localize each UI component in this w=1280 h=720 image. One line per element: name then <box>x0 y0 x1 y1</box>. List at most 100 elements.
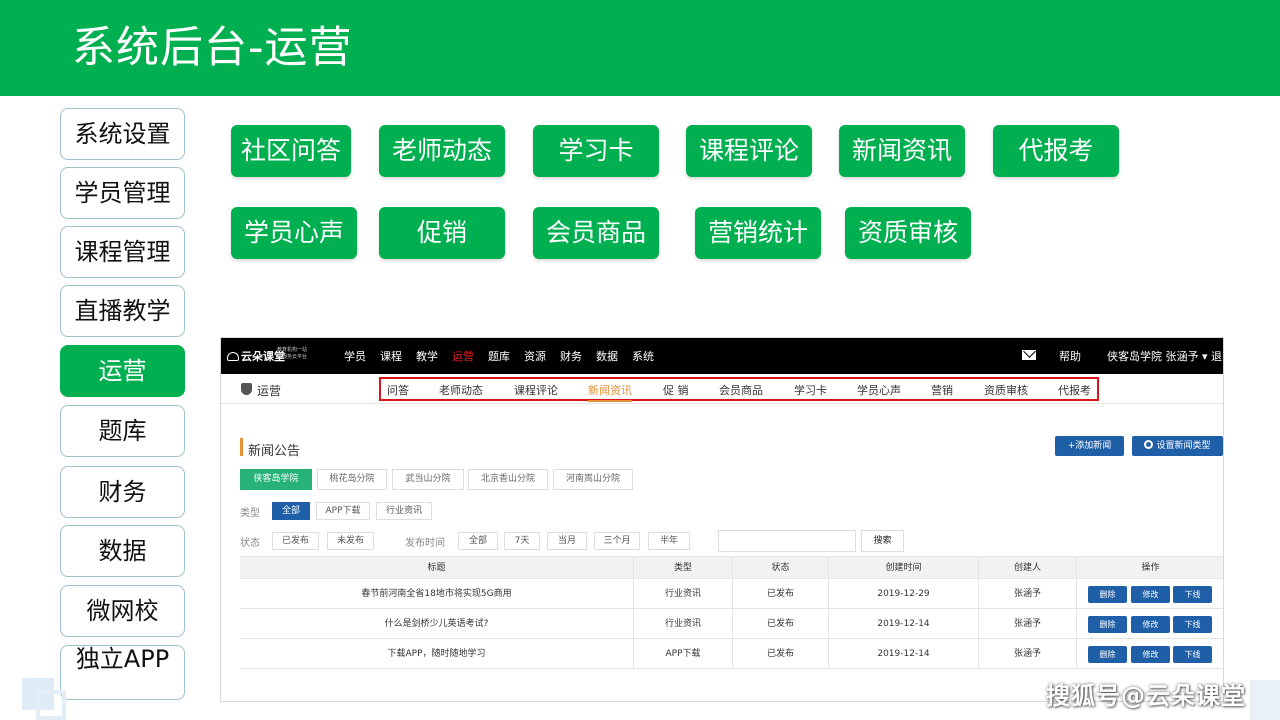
decorative-corner <box>1250 680 1280 720</box>
cell-status: 已发布 <box>732 609 828 638</box>
top-nav-resources[interactable]: 资源 <box>524 348 546 364</box>
sub-nav-promotion[interactable]: 促 销 <box>663 382 689 398</box>
top-nav-students[interactable]: 学员 <box>344 348 366 364</box>
type-filter-label: 类型 <box>240 508 260 519</box>
help-link[interactable]: 帮助 <box>1059 348 1081 364</box>
offline-button[interactable]: 下线 <box>1173 646 1212 663</box>
top-nav-data[interactable]: 数据 <box>596 348 618 364</box>
feature-student-voice[interactable]: 学员心声 <box>231 207 357 259</box>
sidebar-item-live-teaching[interactable]: 直播教学 <box>60 285 185 337</box>
top-nav-finance[interactable]: 财务 <box>560 348 582 364</box>
type-filter-all[interactable]: 全部 <box>272 502 310 520</box>
sub-nav-qa[interactable]: 问答 <box>387 382 409 398</box>
cell-title[interactable]: 下载APP，随时随地学习 <box>240 639 633 668</box>
top-nav-courses[interactable]: 课程 <box>380 348 402 364</box>
user-menu[interactable]: 侠客岛学院 张涵予 ▾ 退 <box>1107 348 1222 364</box>
sub-nav-news[interactable]: 新闻资讯 <box>588 382 632 402</box>
top-nav-system[interactable]: 系统 <box>632 348 654 364</box>
edit-button[interactable]: 修改 <box>1131 646 1170 663</box>
cell-status: 已发布 <box>732 639 828 668</box>
sidebar-item-finance[interactable]: 财务 <box>60 466 185 518</box>
status-filter-unpublished[interactable]: 未发布 <box>327 532 374 550</box>
sidebar-item-data[interactable]: 数据 <box>60 525 185 577</box>
table-row: 春节前河南全省18地市将实现5G商用 行业资讯 已发布 2019-12-29 张… <box>240 579 1223 609</box>
column-header-created: 创建时间 <box>828 557 978 578</box>
offline-button[interactable]: 下线 <box>1173 586 1212 603</box>
cell-creator: 张涵予 <box>978 609 1076 638</box>
branch-tab-wudangshan[interactable]: 武当山分院 <box>392 469 464 490</box>
search-input[interactable] <box>718 530 856 552</box>
time-filter-half-year[interactable]: 半年 <box>648 532 690 550</box>
slide-title: 系统后台-运营 <box>72 23 353 73</box>
delete-button[interactable]: 删除 <box>1088 616 1127 633</box>
sub-navbar: 运营 问答 老师动态 课程评论 新闻资讯 促 销 会员商品 学习卡 学员心声 营… <box>221 374 1223 404</box>
branch-tab-beijing-xiangshan[interactable]: 北京香山分院 <box>468 469 548 490</box>
time-filter-7-days[interactable]: 7天 <box>504 532 540 550</box>
time-filter-three-months[interactable]: 三个月 <box>594 532 640 550</box>
column-header-creator: 创建人 <box>978 557 1076 578</box>
branch-tab-henan-songshan[interactable]: 河南嵩山分院 <box>553 469 633 490</box>
shield-icon <box>241 383 252 395</box>
sub-nav-student-voice[interactable]: 学员心声 <box>857 382 901 398</box>
sub-nav-member-goods[interactable]: 会员商品 <box>719 382 763 398</box>
sub-nav-qualification[interactable]: 资质审核 <box>984 382 1028 398</box>
search-button[interactable]: 搜索 <box>861 530 904 552</box>
branch-tab-xiakedao[interactable]: 侠客岛学院 <box>240 469 312 490</box>
sidebar-item-course-management[interactable]: 课程管理 <box>60 226 185 278</box>
offline-button[interactable]: 下线 <box>1173 616 1212 633</box>
status-filter-published[interactable]: 已发布 <box>272 532 319 550</box>
delete-button[interactable]: 删除 <box>1088 586 1127 603</box>
feature-course-review[interactable]: 课程评论 <box>686 125 812 177</box>
logo-subtitle: 教育机构一站式服务云平台 <box>277 347 308 360</box>
branch-tab-taohuadao[interactable]: 桃花岛分院 <box>317 469 387 490</box>
feature-marketing-stats[interactable]: 营销统计 <box>695 207 821 259</box>
sidebar-item-system-settings[interactable]: 系统设置 <box>60 108 185 160</box>
cell-title[interactable]: 什么是剑桥少儿英语考试? <box>240 609 633 638</box>
sidebar-item-operations[interactable]: 运营 <box>60 345 185 397</box>
table-header: 标题 类型 状态 创建时间 创建人 操作 <box>240 556 1223 579</box>
feature-member-goods[interactable]: 会员商品 <box>533 207 659 259</box>
top-navbar: 云朵课堂 教育机构一站式服务云平台 学员 课程 教学 运营 题库 资源 财务 数… <box>221 338 1223 374</box>
sidebar-item-micro-school[interactable]: 微网校 <box>60 585 185 637</box>
cell-type: 行业资讯 <box>633 579 732 608</box>
edit-button[interactable]: 修改 <box>1131 586 1170 603</box>
time-filter-all[interactable]: 全部 <box>458 532 498 550</box>
sidebar-item-student-management[interactable]: 学员管理 <box>60 167 185 219</box>
table-row: 下载APP，随时随地学习 APP下载 已发布 2019-12-14 张涵予 删除… <box>240 639 1223 669</box>
sub-nav-course-review[interactable]: 课程评论 <box>514 382 558 398</box>
top-nav-teaching[interactable]: 教学 <box>416 348 438 364</box>
sub-nav-exam-registration[interactable]: 代报考 <box>1058 382 1091 398</box>
column-header-status: 状态 <box>732 557 828 578</box>
admin-screenshot: 云朵课堂 教育机构一站式服务云平台 学员 课程 教学 运营 题库 资源 财务 数… <box>220 337 1224 702</box>
feature-study-card[interactable]: 学习卡 <box>533 125 659 177</box>
time-filter-label: 发布时间 <box>405 538 445 549</box>
sub-nav-study-card[interactable]: 学习卡 <box>794 382 827 398</box>
table-row: 什么是剑桥少儿英语考试? 行业资讯 已发布 2019-12-14 张涵予 删除 … <box>240 609 1223 639</box>
top-nav-operations[interactable]: 运营 <box>452 348 474 364</box>
feature-community-qa[interactable]: 社区问答 <box>231 125 351 177</box>
top-nav-question-bank[interactable]: 题库 <box>488 348 510 364</box>
cell-actions: 删除 修改 下线 <box>1076 579 1223 608</box>
status-filter-label: 状态 <box>240 538 260 549</box>
top-nav: 学员 课程 教学 运营 题库 资源 财务 数据 系统 <box>344 348 654 364</box>
news-type-settings-label: 设置新闻类型 <box>1156 441 1211 451</box>
add-news-button[interactable]: +添加新闻 <box>1055 436 1124 456</box>
mail-icon[interactable] <box>1022 350 1036 360</box>
feature-exam-registration[interactable]: 代报考 <box>993 125 1119 177</box>
sub-nav-teacher-news[interactable]: 老师动态 <box>439 382 483 398</box>
cell-title[interactable]: 春节前河南全省18地市将实现5G商用 <box>240 579 633 608</box>
time-filter-this-month[interactable]: 当月 <box>547 532 587 550</box>
type-filter-industry-news[interactable]: 行业资讯 <box>376 502 432 520</box>
edit-button[interactable]: 修改 <box>1131 616 1170 633</box>
feature-news[interactable]: 新闻资讯 <box>839 125 965 177</box>
sidebar-item-standalone-app[interactable]: 独立APP <box>60 645 185 700</box>
feature-promotion[interactable]: 促销 <box>379 207 505 259</box>
feature-teacher-news[interactable]: 老师动态 <box>379 125 505 177</box>
news-type-settings-button[interactable]: 设置新闻类型 <box>1132 436 1223 456</box>
delete-button[interactable]: 删除 <box>1088 646 1127 663</box>
sidebar-item-question-bank[interactable]: 题库 <box>60 405 185 457</box>
feature-qualification-review[interactable]: 资质审核 <box>845 207 971 259</box>
type-filter-app-download[interactable]: APP下载 <box>316 502 370 520</box>
column-header-type: 类型 <box>633 557 732 578</box>
sub-nav-marketing[interactable]: 营销 <box>931 382 953 398</box>
